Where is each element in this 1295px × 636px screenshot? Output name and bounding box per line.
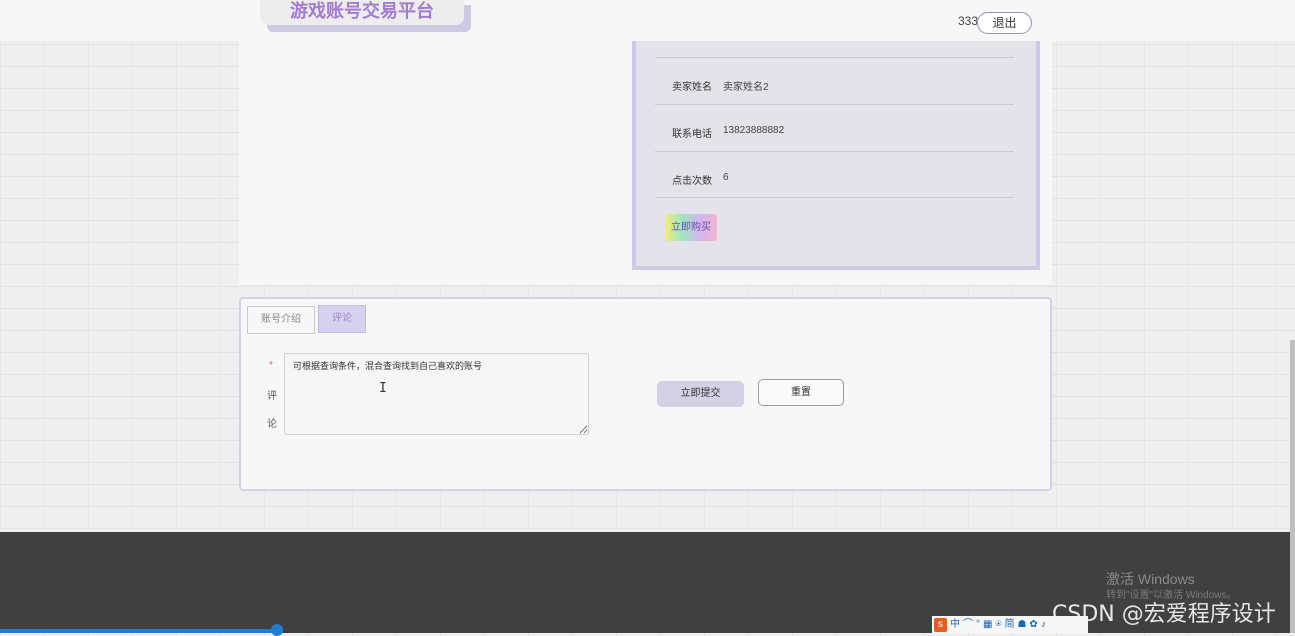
tab-comments[interactable]: 评论 — [318, 305, 366, 333]
row-divider — [655, 197, 1014, 198]
click-count-label: 点击次数 — [672, 176, 712, 187]
comment-textarea[interactable] — [284, 353, 589, 435]
row-divider — [655, 151, 1014, 152]
ime-item[interactable]: ⍟ — [995, 618, 1001, 632]
seller-name-value: 卖家姓名2 — [723, 82, 769, 93]
top-bar — [0, 0, 1295, 41]
ime-item[interactable]: 简 — [1004, 618, 1014, 632]
taskbar-progress — [0, 629, 278, 633]
ime-item[interactable]: ° — [976, 618, 980, 632]
scrollbar[interactable] — [1290, 340, 1295, 633]
buy-now-button[interactable]: 立即购买 — [665, 214, 717, 241]
site-logo-title[interactable]: 游戏账号交易平台 — [260, 0, 464, 25]
submit-button[interactable]: 立即提交 — [657, 381, 744, 407]
sogou-icon[interactable]: s — [934, 617, 947, 632]
text-cursor-icon: I — [379, 381, 387, 396]
tab-account-intro[interactable]: 账号介绍 — [247, 306, 315, 334]
phone-label: 联系电话 — [672, 129, 712, 140]
row-divider — [655, 104, 1014, 105]
logout-button[interactable]: 退出 — [977, 12, 1032, 34]
reset-button[interactable]: 重置 — [758, 379, 844, 406]
progress-knob — [271, 624, 283, 636]
ime-item[interactable]: ▦ — [983, 618, 992, 632]
account-image-panel — [239, 41, 632, 284]
ime-toolbar[interactable]: s 中 ⌒ ° ▦ ⍟ 简 ☗ ✿ ♪ — [932, 616, 1088, 633]
row-divider — [655, 57, 1014, 58]
ime-item[interactable]: ☗ — [1017, 618, 1026, 632]
ime-item[interactable]: ✿ — [1029, 618, 1037, 632]
username: 333 — [958, 14, 979, 28]
comment-label-char-1: 评 — [267, 391, 277, 402]
ime-item[interactable]: ⌒ — [963, 618, 973, 632]
phone-value: 13823888882 — [723, 125, 785, 136]
ime-item[interactable]: ♪ — [1041, 618, 1046, 632]
required-mark: * — [269, 360, 273, 371]
click-count-value: 6 — [723, 172, 729, 183]
seller-name-label: 卖家姓名 — [672, 82, 712, 93]
comment-label-char-2: 论 — [267, 419, 277, 430]
ime-item[interactable]: 中 — [950, 618, 960, 632]
